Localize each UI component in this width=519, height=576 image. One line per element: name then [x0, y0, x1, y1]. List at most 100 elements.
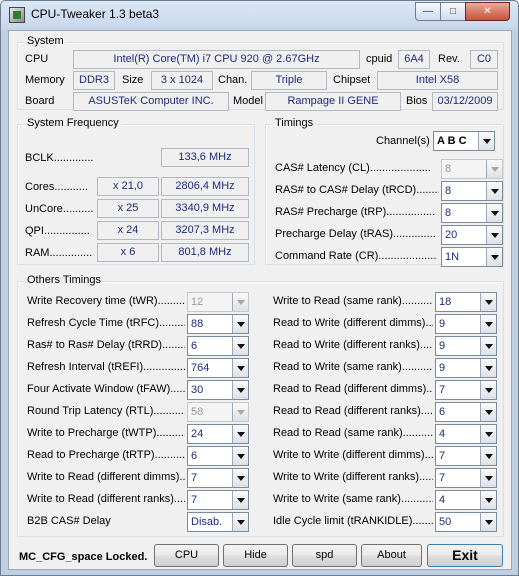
title-bar[interactable]: CPU-Tweaker 1.3 beta3 — □ ✕ — [1, 1, 518, 29]
other-right-select-1[interactable]: 9 — [435, 314, 497, 334]
other-left-select-10[interactable]: Disab. — [187, 512, 249, 532]
chevron-down-icon[interactable] — [486, 226, 502, 244]
chevron-down-icon[interactable] — [232, 447, 248, 465]
other-right-select-10[interactable]: 50 — [435, 512, 497, 532]
minimize-button[interactable]: — — [415, 2, 441, 21]
other-right-select-9[interactable]: 4 — [435, 490, 497, 510]
other-left-select-9[interactable]: 7 — [187, 490, 249, 510]
bios-field: 03/12/2009 — [432, 92, 498, 111]
exit-button[interactable]: Exit — [427, 544, 503, 567]
other-left-select-4[interactable]: 30 — [187, 380, 249, 400]
maximize-button[interactable]: □ — [440, 2, 466, 21]
chevron-down-icon[interactable] — [486, 248, 502, 266]
chevron-down-icon[interactable] — [480, 469, 496, 487]
other-right-select-8-value: 7 — [439, 472, 446, 484]
window-title: CPU-Tweaker 1.3 beta3 — [31, 7, 160, 21]
chevron-down-icon[interactable] — [480, 337, 496, 355]
other-left-select-1[interactable]: 88 — [187, 314, 249, 334]
cores-multiplier: x 21,0 — [97, 177, 159, 196]
other-left-select-3[interactable]: 764 — [187, 358, 249, 378]
chevron-down-icon[interactable] — [232, 425, 248, 443]
other-left-label-2: Ras# to Ras# Delay (tRRD)........... — [27, 339, 185, 351]
cpu-button[interactable]: CPU — [154, 544, 219, 567]
chan-field: Triple — [251, 71, 327, 90]
channels-select[interactable]: A B C — [433, 131, 495, 151]
other-left-label-1: Refresh Cycle Time (tRFC)........... — [27, 317, 185, 329]
other-left-select-6[interactable]: 24 — [187, 424, 249, 444]
timing-select-1-value: 8 — [445, 185, 452, 197]
other-right-select-3[interactable]: 9 — [435, 358, 497, 378]
other-left-label-8: Write to Read (different dimms)...... — [27, 471, 185, 483]
timing-select-1[interactable]: 8 — [441, 181, 503, 201]
other-left-select-7[interactable]: 6 — [187, 446, 249, 466]
chevron-down-icon[interactable] — [480, 491, 496, 509]
chevron-down-icon[interactable] — [480, 315, 496, 333]
chevron-down-icon[interactable] — [232, 337, 248, 355]
client-area: System CPU Intel(R) Core(TM) i7 CPU 920 … — [8, 30, 512, 570]
other-left-label-4: Four Activate Window (tFAW)........ — [27, 383, 185, 395]
timing-label-1: RAS# to CAS# Delay (tRCD)........ — [275, 184, 439, 196]
timing-select-2[interactable]: 8 — [441, 203, 503, 223]
other-right-select-3-value: 9 — [439, 362, 446, 374]
about-button[interactable]: About — [361, 544, 422, 567]
chevron-down-icon[interactable] — [232, 359, 248, 377]
other-left-select-7-value: 6 — [191, 450, 198, 462]
other-left-select-1-value: 88 — [191, 318, 204, 330]
other-right-select-7[interactable]: 7 — [435, 446, 497, 466]
chevron-down-icon[interactable] — [480, 513, 496, 531]
chevron-down-icon[interactable] — [232, 381, 248, 399]
chevron-down-icon[interactable] — [232, 315, 248, 333]
cpu-label: CPU — [25, 53, 49, 65]
qpi-frequency: 3207,3 MHz — [161, 221, 249, 240]
other-left-select-8[interactable]: 7 — [187, 468, 249, 488]
chipset-label: Chipset — [333, 74, 371, 86]
other-right-select-5[interactable]: 6 — [435, 402, 497, 422]
other-left-label-0: Write Recovery time (tWR)............. — [27, 295, 185, 307]
system-frequency-group: System Frequency BCLK............. 133,6… — [17, 117, 255, 265]
timing-label-2: RAS# Precharge (tRP)................ — [275, 206, 436, 218]
other-left-select-9-value: 7 — [191, 494, 198, 506]
chevron-down-icon[interactable] — [232, 513, 248, 531]
status-text: MC_CFG_space Locked. — [19, 551, 148, 563]
memory-label: Memory — [25, 74, 65, 86]
chevron-down-icon[interactable] — [480, 425, 496, 443]
other-left-label-3: Refresh Interval (tREFI)............... — [27, 361, 185, 373]
other-right-label-0: Write to Read (same rank).............. — [273, 295, 433, 307]
chevron-down-icon[interactable] — [486, 182, 502, 200]
chevron-down-icon[interactable] — [480, 403, 496, 421]
ram-frequency: 801,8 MHz — [161, 243, 249, 262]
chevron-down-icon[interactable] — [478, 132, 494, 150]
other-right-select-8[interactable]: 7 — [435, 468, 497, 488]
spd-button[interactable]: spd — [292, 544, 357, 567]
other-right-select-4[interactable]: 7 — [435, 380, 497, 400]
other-left-label-9: Write to Read (different ranks)...... — [27, 493, 185, 505]
other-left-select-2[interactable]: 6 — [187, 336, 249, 356]
other-left-select-10-value: Disab. — [191, 516, 223, 528]
other-right-select-0[interactable]: 18 — [435, 292, 497, 312]
bclk-field: 133,6 MHz — [161, 148, 249, 167]
other-right-select-5-value: 6 — [439, 406, 446, 418]
other-left-select-0: 12 — [187, 292, 249, 312]
chevron-down-icon[interactable] — [486, 204, 502, 222]
chevron-down-icon[interactable] — [232, 469, 248, 487]
other-right-select-2[interactable]: 9 — [435, 336, 497, 356]
close-button[interactable]: ✕ — [465, 2, 510, 21]
hide-button[interactable]: Hide — [223, 544, 288, 567]
other-right-label-1: Read to Write (different dimms)...... — [273, 317, 433, 329]
chevron-down-icon[interactable] — [480, 293, 496, 311]
memory-field: DDR3 — [73, 71, 115, 90]
chevron-down-icon[interactable] — [232, 491, 248, 509]
other-left-label-10: B2B CAS# Delay — [27, 515, 111, 527]
other-right-select-6[interactable]: 4 — [435, 424, 497, 444]
other-left-select-5-value: 58 — [191, 406, 204, 418]
chevron-down-icon[interactable] — [480, 359, 496, 377]
chevron-down-icon[interactable] — [480, 447, 496, 465]
timing-select-3-value: 20 — [445, 229, 458, 241]
timing-select-4[interactable]: 1N — [441, 247, 503, 267]
other-left-select-0-value: 12 — [191, 296, 204, 308]
other-right-label-4: Read to Read (different dimms)...... — [273, 383, 433, 395]
timing-select-3[interactable]: 20 — [441, 225, 503, 245]
timing-label-0: CAS# Latency (CL).................... — [275, 162, 431, 174]
timing-label-3: Precharge Delay (tRAS).............. — [275, 228, 436, 240]
chevron-down-icon[interactable] — [480, 381, 496, 399]
